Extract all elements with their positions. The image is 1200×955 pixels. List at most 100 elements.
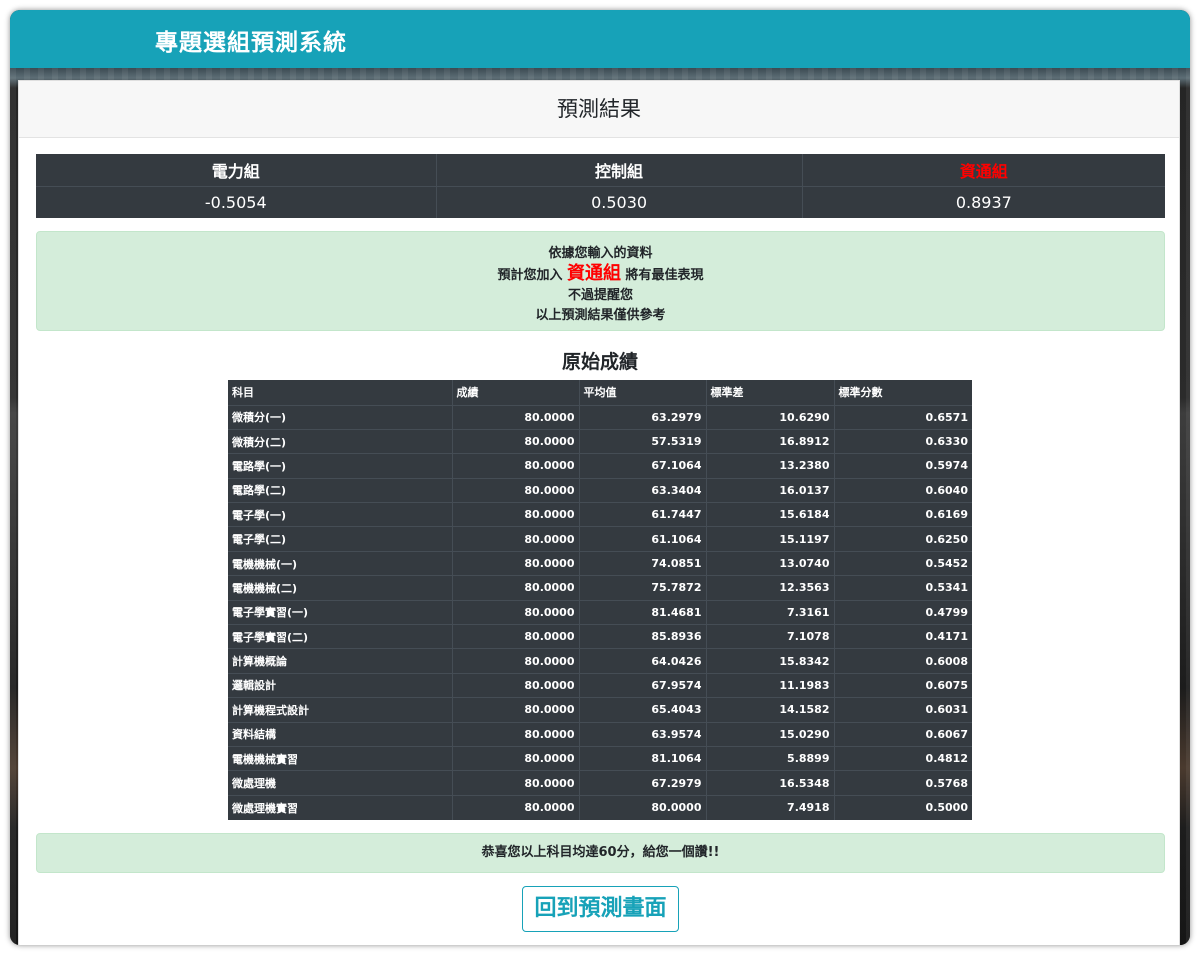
value-cell: 61.7447: [578, 502, 706, 527]
message-prefix: 預計您加入: [497, 268, 563, 283]
value-cell: 10.6290: [705, 404, 834, 430]
value-cell: 0.4171: [833, 624, 972, 649]
column-header: 科目: [232, 386, 254, 400]
message-suffix: 將有最佳表現: [625, 268, 704, 283]
column-header: 標準分數: [833, 380, 972, 405]
table-row: 電路學(一) 80.0000 67.1064 13.2380 0.5974: [228, 453, 972, 479]
table-row: 電子學實習(一) 80.0000 81.4681 7.3161 0.4799: [228, 599, 972, 625]
value-cell: 0.6330: [833, 428, 972, 454]
value-cell: 80.0000: [451, 575, 579, 601]
value-cell: 14.1582: [705, 697, 834, 723]
value-cell: 80.0000: [451, 624, 579, 649]
table-row: 電子學實習(二) 80.0000 85.8936 7.1078 0.4171: [228, 624, 972, 649]
message-line-3: 不過提醒您: [567, 288, 633, 303]
value-cell: 80.0000: [451, 672, 579, 698]
value-cell: 80.0000: [578, 794, 706, 820]
table-row: 電機機械(一) 80.0000 74.0851 13.0740 0.5452: [228, 550, 972, 576]
value-cell: 80.0000: [451, 502, 579, 527]
table-row: 電機機械實習 80.0000 81.1064 5.8899 0.4812: [228, 745, 972, 771]
value-cell: 12.3563: [705, 575, 834, 601]
value-cell: 16.8912: [705, 428, 834, 454]
group-name-row: 電力組 控制組 資通組: [36, 154, 1165, 187]
table-row: 計算機概論 80.0000 64.0426 15.8342 0.6008: [228, 648, 972, 674]
group-name: 控制組: [435, 154, 803, 187]
value-cell: 0.5341: [833, 575, 972, 601]
value-cell: 15.0290: [705, 721, 834, 747]
column-header: 平均值: [578, 380, 706, 405]
subject-cell: 微處理機實習: [228, 794, 452, 820]
app-brand-title[interactable]: 專題選組預測系統: [155, 23, 347, 57]
recommended-group: 資通組: [567, 263, 621, 284]
value-cell: 67.1064: [578, 453, 706, 479]
group-score: -0.5054: [204, 192, 267, 212]
subject-cell: 微積分(一): [228, 404, 452, 430]
value-cell: 7.1078: [705, 624, 834, 649]
value-cell: 0.5974: [833, 453, 972, 479]
value-cell: 63.3404: [578, 477, 706, 503]
subject-cell: 電機機械(一): [228, 550, 452, 576]
value-cell: 0.6040: [833, 477, 972, 503]
table-row: 電路學(二) 80.0000 63.3404 16.0137 0.6040: [228, 477, 972, 503]
value-cell: 0.5452: [833, 550, 972, 576]
value-cell: 80.0000: [451, 526, 579, 552]
subject-cell: 電路學(二): [228, 477, 452, 503]
prediction-message-alert: 依據您輸入的資料 預計您加入 資通組 將有最佳表現 不過提醒您 以上預測結果僅供…: [36, 231, 1165, 331]
value-cell: 80.0000: [451, 404, 579, 430]
group-score: 0.5030: [435, 186, 803, 218]
value-cell: 11.1983: [705, 672, 834, 698]
value-cell: 13.0740: [705, 550, 834, 576]
group-score-row: -0.5054 0.5030 0.8937: [36, 186, 1165, 218]
prediction-score-table: 電力組 控制組 資通組 -0.5054 0.5030 0.8937: [36, 154, 1165, 218]
table-row: 微積分(一) 80.0000 63.2979 10.6290 0.6571: [228, 404, 972, 430]
subject-cell: 計算機概論: [228, 648, 452, 674]
value-cell: 0.6250: [833, 526, 972, 552]
value-cell: 67.9574: [578, 672, 706, 698]
value-cell: 0.6169: [833, 502, 972, 527]
browser-window: 專題選組預測系統 預測結果 電力組 控制組 資通組 -0.5054 0.5030…: [10, 10, 1190, 945]
value-cell: 0.4812: [833, 745, 972, 771]
table-row: 微處理機 80.0000 67.2979 16.5348 0.5768: [228, 770, 972, 796]
value-cell: 80.0000: [451, 770, 579, 796]
subject-cell: 電子學實習(二): [228, 624, 452, 649]
value-cell: 15.8342: [705, 648, 834, 674]
value-cell: 63.2979: [578, 404, 706, 430]
subject-cell: 微處理機: [228, 770, 452, 796]
table-row: 邏輯設計 80.0000 67.9574 11.1983 0.6075: [228, 672, 972, 698]
back-to-prediction-button[interactable]: 回到預測畫面: [522, 886, 679, 932]
value-cell: 0.6031: [833, 697, 972, 723]
value-cell: 80.0000: [451, 477, 579, 503]
subject-cell: 電機機械實習: [228, 745, 452, 771]
value-cell: 80.0000: [451, 697, 579, 723]
value-cell: 15.1197: [705, 526, 834, 552]
value-cell: 65.4043: [578, 697, 706, 723]
value-cell: 0.6571: [833, 404, 972, 430]
value-cell: 64.0426: [578, 648, 706, 674]
value-cell: 57.5319: [578, 428, 706, 454]
value-cell: 80.0000: [451, 428, 579, 454]
value-cell: 80.0000: [451, 453, 579, 479]
subject-cell: 電子學實習(一): [228, 599, 452, 625]
result-card: 預測結果 電力組 控制組 資通組 -0.5054 0.5030 0.8937 依…: [18, 80, 1180, 945]
column-header: 成績: [451, 380, 579, 405]
grades-header-row: 科目 成績 平均值 標準差 標準分數: [228, 380, 972, 405]
grades-table-body: 微積分(一) 80.0000 63.2979 10.6290 0.6571 微積分(二) 8…: [228, 404, 972, 820]
value-cell: 75.7872: [578, 575, 706, 601]
message-line-2: 預計您加入 資通組 將有最佳表現: [37, 264, 1164, 286]
card-header-title: 預測結果: [19, 81, 1179, 138]
value-cell: 16.5348: [705, 770, 834, 796]
subject-cell: 電子學(二): [228, 526, 452, 552]
value-cell: 80.0000: [451, 794, 579, 820]
value-cell: 61.1064: [578, 526, 706, 552]
value-cell: 0.6075: [833, 672, 972, 698]
value-cell: 15.6184: [705, 502, 834, 527]
value-cell: 85.8936: [578, 624, 706, 649]
navbar: 專題選組預測系統: [10, 10, 1190, 68]
value-cell: 74.0851: [578, 550, 706, 576]
congrats-alert: 恭喜您以上科目均達60分，給您一個讚!!: [36, 833, 1165, 873]
table-row: 電機機械(二) 80.0000 75.7872 12.3563 0.5341: [228, 575, 972, 601]
grades-table: 科目 成績 平均值 標準差 標準分數 微積分(一) 80.0000 63.2979 1…: [228, 380, 972, 820]
value-cell: 5.8899: [705, 745, 834, 771]
value-cell: 80.0000: [451, 745, 579, 771]
group-name-highlighted: 資通組: [801, 154, 1165, 187]
value-cell: 63.9574: [578, 721, 706, 747]
